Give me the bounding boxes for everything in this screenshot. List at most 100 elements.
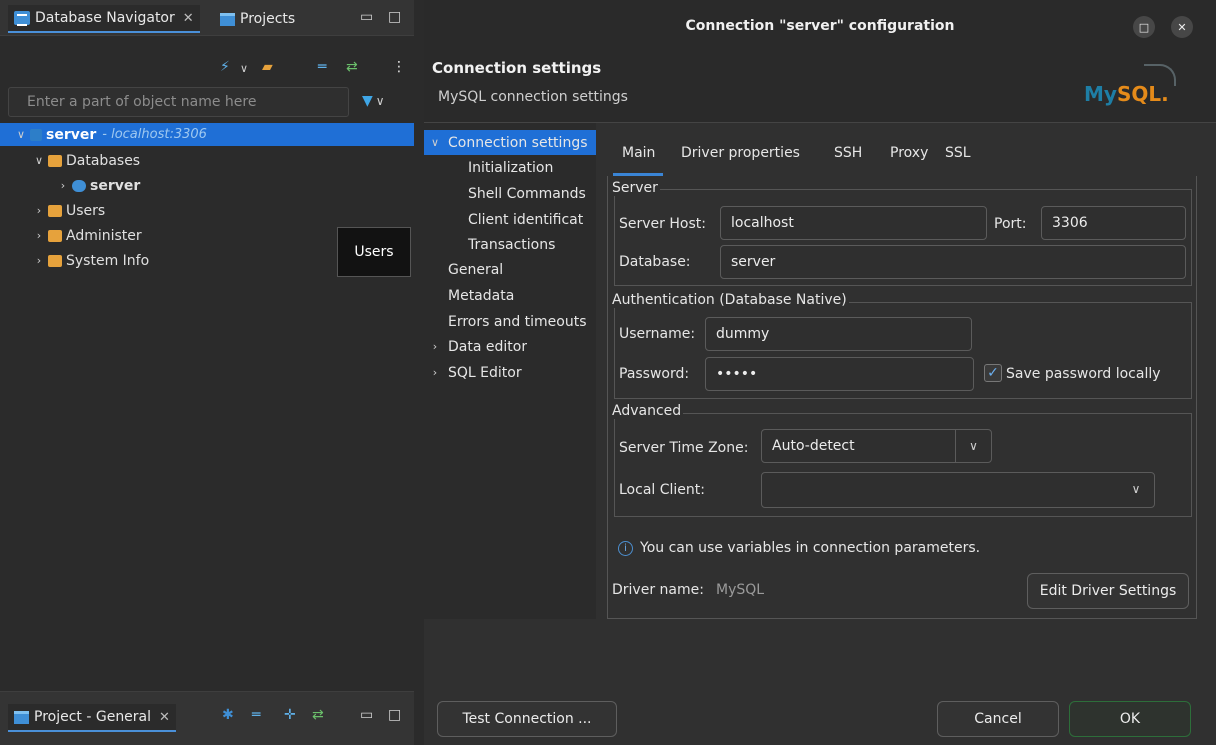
nav-item-label: Data editor	[448, 338, 528, 355]
database-input[interactable]: server	[720, 245, 1186, 279]
nav-item-label: Errors and timeouts	[448, 313, 587, 330]
ok-label: OK	[1119, 711, 1141, 727]
tree-item-server-connection[interactable]: ∨ server - localhost:3306	[0, 123, 414, 146]
chevron-down-icon[interactable]: ∨	[14, 128, 28, 141]
advanced-group-title: Advanced	[612, 403, 684, 419]
new-connection-icon[interactable]: ⚡	[220, 59, 230, 75]
dialog-titlebar: Connection "server" configuration □ ✕	[424, 0, 1216, 56]
chevron-down-icon[interactable]: ∨	[428, 136, 442, 149]
nav-item-general[interactable]: General	[424, 257, 503, 282]
tab-proxy[interactable]: Proxy	[890, 145, 928, 161]
nav-item-transactions[interactable]: Transactions	[424, 232, 555, 257]
new-folder-icon[interactable]: ▰	[262, 59, 273, 75]
server-time-zone-label: Server Time Zone:	[619, 440, 749, 456]
header-title: Connection settings	[432, 59, 602, 77]
tree-item-hint: - localhost:3306	[102, 127, 207, 142]
server-host-input[interactable]: localhost	[720, 206, 987, 240]
nav-item-sql-editor[interactable]: › SQL Editor	[424, 360, 522, 385]
driver-name-label: Driver name:	[612, 582, 704, 598]
tree-item-databases[interactable]: ∨ Databases	[0, 148, 414, 173]
tree-item-users[interactable]: › Users	[0, 198, 414, 223]
chevron-right-icon[interactable]: ›	[428, 340, 442, 353]
collapse-all-icon[interactable]: ═	[252, 707, 260, 723]
logo-my: My	[1084, 82, 1117, 106]
close-icon[interactable]: ✕	[159, 710, 170, 725]
nav-item-metadata[interactable]: Metadata	[424, 283, 514, 308]
cancel-button[interactable]: Cancel	[937, 701, 1059, 737]
chevron-down-icon[interactable]: ∨	[240, 62, 248, 75]
maximize-icon: □	[1138, 20, 1150, 34]
close-icon[interactable]: ✕	[183, 11, 194, 26]
minimize-icon[interactable]: ▭	[360, 9, 373, 25]
filter-icon: ▼	[362, 93, 373, 109]
nav-item-connection-settings[interactable]: ∨ Connection settings	[424, 130, 596, 155]
info-icon: i	[618, 540, 633, 556]
chevron-right-icon[interactable]: ›	[32, 254, 46, 267]
save-password-checkbox[interactable]: ✓	[984, 364, 1002, 382]
close-window-button[interactable]: ✕	[1171, 16, 1193, 38]
username-value: dummy	[716, 326, 770, 342]
object-filter-input[interactable]: Enter a part of object name here	[8, 87, 349, 117]
password-value: •••••	[716, 366, 758, 382]
link-with-editor-icon[interactable]: ⇄	[346, 59, 358, 75]
nav-item-label: General	[448, 261, 504, 278]
logo-sql: SQL	[1116, 82, 1162, 106]
nav-item-label: Shell Commands	[468, 185, 586, 202]
tab-project-general[interactable]: Project - General ✕	[8, 704, 176, 732]
password-label: Password:	[619, 366, 690, 382]
projects-icon	[220, 12, 235, 26]
chevron-down-icon[interactable]: ∨	[955, 430, 991, 462]
collapse-all-icon[interactable]: ═	[318, 59, 326, 75]
chevron-down-icon[interactable]: ∨	[32, 154, 46, 167]
username-input[interactable]: dummy	[705, 317, 972, 351]
save-password-label: Save password locally	[1006, 366, 1161, 382]
local-client-select[interactable]: ∨	[761, 472, 1155, 508]
tab-project-general-label: Project - General	[34, 709, 152, 725]
chevron-down-icon[interactable]: ∨	[1118, 473, 1154, 505]
tab-driver-properties[interactable]: Driver properties	[681, 145, 800, 161]
tree-item-server-database[interactable]: › server	[0, 173, 414, 198]
ok-button[interactable]: OK	[1069, 701, 1191, 737]
link-with-editor-icon[interactable]: ⇄	[312, 707, 324, 723]
nav-item-label: Metadata	[448, 287, 515, 304]
nav-item-errors-and-timeouts[interactable]: Errors and timeouts	[424, 309, 596, 334]
password-input[interactable]: •••••	[705, 357, 974, 391]
chevron-right-icon[interactable]: ›	[56, 179, 70, 192]
database-navigator-panel: Database Navigator ✕ Projects ▭ □ ⚡ ∨ ▰ …	[0, 0, 414, 745]
maximize-window-button[interactable]: □	[1133, 16, 1155, 38]
cancel-label: Cancel	[974, 711, 1022, 727]
add-icon[interactable]: ✛	[284, 707, 296, 723]
tab-ssl[interactable]: SSL	[945, 145, 971, 161]
configure-icon[interactable]: ✱	[222, 707, 234, 723]
authentication-group-title: Authentication (Database Native)	[612, 292, 849, 308]
tab-projects[interactable]: Projects	[214, 5, 301, 33]
object-filter-placeholder: Enter a part of object name here	[27, 94, 257, 110]
minimize-icon[interactable]: ▭	[360, 707, 373, 723]
nav-item-client-identification[interactable]: Client identificat	[424, 207, 596, 232]
server-time-zone-value: Auto-detect	[772, 438, 855, 454]
server-time-zone-select[interactable]: Auto-detect ∨	[761, 429, 992, 463]
test-connection-button[interactable]: Test Connection ...	[437, 701, 617, 737]
nav-item-shell-commands[interactable]: Shell Commands	[424, 181, 596, 206]
nav-item-data-editor[interactable]: › Data editor	[424, 334, 527, 359]
system-info-folder-icon	[48, 254, 62, 267]
port-input[interactable]: 3306	[1041, 206, 1186, 240]
maximize-icon[interactable]: □	[388, 707, 401, 723]
chevron-right-icon[interactable]: ›	[428, 366, 442, 379]
maximize-icon[interactable]: □	[388, 9, 401, 25]
tab-main[interactable]: Main	[622, 145, 655, 161]
chevron-right-icon[interactable]: ›	[32, 204, 46, 217]
nav-item-label: Transactions	[468, 236, 556, 253]
local-client-label: Local Client:	[619, 482, 705, 498]
tab-projects-label: Projects	[240, 11, 296, 27]
nav-item-initialization[interactable]: Initialization	[424, 155, 553, 180]
edit-driver-settings-button[interactable]: Edit Driver Settings	[1027, 573, 1189, 609]
chevron-down-icon: ∨	[375, 94, 385, 108]
view-menu-icon[interactable]: ⋮	[392, 59, 406, 75]
filter-button[interactable]: ▼ ∨	[362, 93, 385, 109]
tab-database-navigator[interactable]: Database Navigator ✕	[8, 5, 200, 33]
tab-ssh[interactable]: SSH	[834, 145, 862, 161]
chevron-right-icon[interactable]: ›	[32, 229, 46, 242]
connection-icon	[30, 128, 42, 141]
tree-item-label: System Info	[66, 252, 150, 269]
